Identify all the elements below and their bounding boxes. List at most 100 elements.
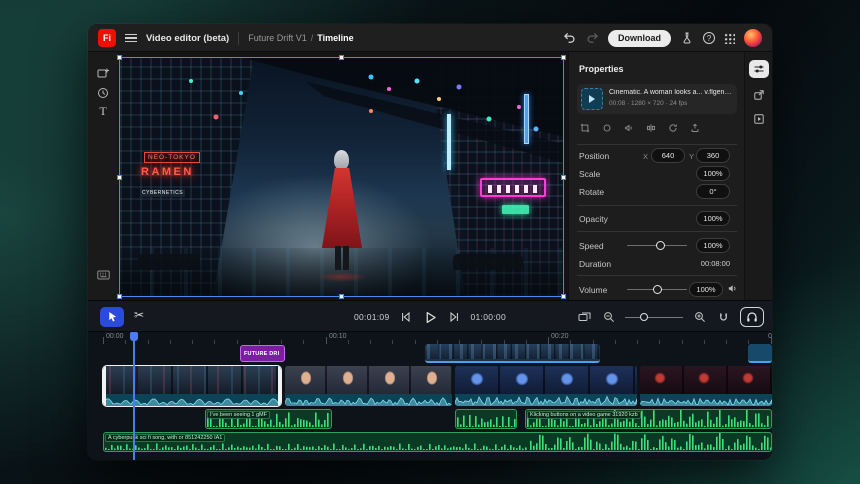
crop-icon[interactable] — [579, 122, 590, 133]
sfx-clip-3[interactable]: Klicking buttons on a video game 31920 k… — [525, 409, 772, 429]
clip-audio-band — [285, 394, 452, 406]
volume-input[interactable]: 100% — [689, 282, 723, 297]
handle-top-left[interactable] — [117, 55, 122, 60]
position-x-input[interactable]: 640 — [651, 148, 685, 163]
position-y-input[interactable]: 360 — [696, 148, 730, 163]
figure-legs — [335, 246, 349, 270]
breadcrumb-page: Timeline — [317, 33, 353, 43]
title-clip-label: FUTURE DRI — [244, 351, 279, 357]
breadcrumb-project[interactable]: Future Drift V1 — [248, 33, 307, 43]
opacity-input[interactable]: 100% — [696, 211, 730, 226]
zoom-in-icon[interactable] — [692, 310, 707, 325]
sfx-clip-1[interactable]: I've been seeing 1 gMF — [205, 409, 332, 429]
sfx-clip-2[interactable] — [455, 409, 517, 429]
section-divider — [577, 275, 737, 276]
handle-mid-left[interactable] — [117, 175, 122, 180]
video-clip-2[interactable] — [285, 366, 452, 406]
mask-icon[interactable] — [601, 122, 612, 133]
audio-icon[interactable] — [623, 122, 634, 133]
properties-title: Properties — [579, 64, 624, 74]
parked-car-left — [138, 254, 200, 270]
clip-meta: 00:08 · 1280 × 720 · 24 fps — [609, 100, 687, 107]
desktop-background: Fi Video editor (beta) Future Drift V1 /… — [0, 0, 860, 484]
overlay-video-clip[interactable] — [425, 344, 600, 363]
add-media-icon[interactable] — [96, 66, 110, 80]
volume-slider[interactable] — [627, 283, 687, 295]
ruler-label: 00:10 — [329, 333, 347, 340]
playhead[interactable] — [133, 332, 135, 460]
title-clip[interactable]: FUTURE DRI — [240, 345, 285, 362]
volume-label: Volume — [579, 285, 607, 295]
zoom-slider[interactable] — [625, 312, 683, 322]
figure-cape — [322, 168, 362, 248]
account-avatar[interactable] — [744, 29, 762, 47]
speed-slider[interactable] — [627, 239, 687, 251]
handle-mid-right[interactable] — [561, 175, 566, 180]
audio-waveform — [455, 394, 637, 406]
audio-preview-button[interactable] — [740, 307, 764, 327]
handle-top-center[interactable] — [339, 55, 344, 60]
filmstrip-faces — [285, 366, 452, 394]
rotate-input[interactable]: 0° — [696, 184, 730, 199]
timeline-tracks: 00:00 00:10 00:20 00:30 FUTURE DRI — [88, 332, 772, 460]
play-button[interactable] — [423, 310, 438, 325]
redo-icon[interactable] — [585, 31, 599, 45]
split-icon[interactable] — [645, 122, 656, 133]
fit-timeline-icon[interactable] — [577, 310, 592, 325]
properties-panel: Properties Cinematic. A woman looks a...… — [568, 52, 744, 300]
figure-hair — [334, 150, 349, 170]
keyboard-shortcuts-icon[interactable] — [96, 268, 110, 282]
share-export-icon[interactable] — [749, 86, 769, 104]
video-clip-3[interactable] — [455, 366, 637, 406]
ruler-label: 00:00 — [106, 333, 124, 340]
step-forward-icon[interactable] — [447, 310, 462, 325]
neon-sign-neo-tokyo: NEO-TOKYO — [144, 152, 200, 163]
speed-input[interactable]: 100% — [696, 238, 730, 253]
export-frame-icon[interactable] — [689, 122, 700, 133]
top-bar: Fi Video editor (beta) Future Drift V1 /… — [88, 24, 772, 52]
select-tool-button[interactable] — [100, 307, 124, 327]
clip-audio-band — [640, 394, 772, 406]
scale-input[interactable]: 100% — [696, 166, 730, 181]
section-divider — [577, 231, 737, 232]
play-glyph-icon — [589, 95, 595, 103]
firefly-logo[interactable]: Fi — [98, 29, 116, 47]
step-back-icon[interactable] — [399, 310, 414, 325]
handle-top-right[interactable] — [561, 55, 566, 60]
cut-tool-icon[interactable]: ✂ — [134, 308, 144, 322]
timeline-view-controls — [577, 301, 764, 333]
video-preview[interactable]: NEO-TOKYO RAMEN CYBERNETICS — [119, 57, 564, 297]
text-tool-icon[interactable]: T — [96, 104, 110, 118]
zoom-out-icon[interactable] — [601, 310, 616, 325]
handle-bottom-left[interactable] — [117, 294, 122, 299]
selected-clip-card[interactable]: Cinematic. A woman looks a... v.flgenvid… — [577, 84, 737, 114]
ruler-label: 00:20 — [551, 333, 569, 340]
video-clip-1-selected[interactable] — [103, 366, 281, 406]
music-clip[interactable]: A cyberpunk sci fi song, with or 8512422… — [103, 432, 772, 452]
editor-content: T NEO-TOKYO RAMEN CYBERNETICS — [88, 52, 772, 300]
preview-scene: NEO-TOKYO RAMEN CYBERNETICS — [120, 58, 563, 296]
download-button[interactable]: Download — [608, 30, 671, 47]
speaker-icon[interactable] — [727, 283, 738, 294]
history-icon[interactable] — [96, 86, 110, 100]
handle-bottom-center[interactable] — [339, 294, 344, 299]
overlay-clip-fragment[interactable] — [748, 344, 772, 363]
media-library-icon[interactable] — [749, 110, 769, 128]
playhead-handle[interactable] — [130, 332, 138, 341]
help-icon[interactable]: ? — [703, 32, 715, 44]
apps-grid-icon[interactable] — [724, 33, 735, 44]
refresh-icon[interactable] — [667, 122, 678, 133]
transport-controls: 00:01:09 01:00:00 — [354, 301, 506, 333]
beaker-icon[interactable] — [680, 31, 694, 45]
undo-icon[interactable] — [562, 31, 576, 45]
breadcrumb-separator: / — [311, 33, 314, 43]
handle-bottom-right[interactable] — [561, 294, 566, 299]
neon-sign-magenta — [480, 178, 546, 197]
snap-magnet-icon[interactable] — [716, 310, 731, 325]
properties-panel-icon[interactable] — [749, 60, 769, 78]
menu-icon[interactable] — [125, 34, 137, 43]
clip-audio-band — [455, 394, 637, 406]
video-clip-4[interactable] — [640, 366, 772, 406]
duration-value: 00:08:00 — [670, 259, 730, 268]
sfx-clip-label: Klicking buttons on a video game 31920 k… — [527, 411, 641, 419]
